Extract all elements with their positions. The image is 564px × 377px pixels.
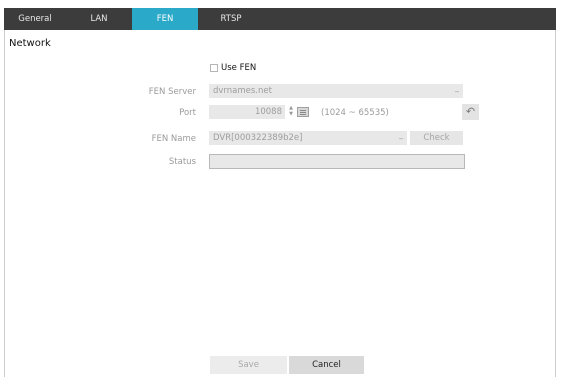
fen-name-label: FEN Name bbox=[151, 134, 196, 144]
keyboard-icon[interactable] bbox=[297, 107, 309, 117]
spin-down-icon[interactable]: ▼ bbox=[287, 111, 295, 117]
check-button[interactable]: Check bbox=[410, 131, 463, 145]
fen-server-input[interactable]: dvrnames.net bbox=[209, 81, 463, 98]
reset-button[interactable]: ↶ bbox=[462, 104, 479, 120]
status-label: Status bbox=[168, 157, 196, 167]
settings-panel bbox=[4, 30, 556, 377]
status-field bbox=[209, 154, 465, 169]
tab-fen[interactable]: FEN bbox=[132, 8, 198, 30]
port-label: Port bbox=[179, 108, 196, 118]
save-button[interactable]: Save bbox=[210, 356, 287, 374]
section-title: Network bbox=[9, 38, 51, 49]
use-fen-checkbox-row[interactable]: Use FEN bbox=[210, 62, 256, 74]
tab-lan[interactable]: LAN bbox=[66, 8, 132, 30]
reset-icon: ↶ bbox=[465, 105, 476, 118]
fen-name-input[interactable]: DVR[000322389b2e] bbox=[209, 128, 407, 145]
use-fen-checkbox[interactable] bbox=[210, 64, 218, 72]
port-input[interactable]: 10088 bbox=[209, 105, 285, 119]
cancel-button[interactable]: Cancel bbox=[289, 356, 364, 374]
port-range-hint: (1024 ~ 65535) bbox=[321, 108, 389, 118]
tab-rtsp[interactable]: RTSP bbox=[198, 8, 264, 30]
tab-bar: General LAN FEN RTSP bbox=[4, 8, 556, 30]
port-stepper[interactable]: ▲ ▼ bbox=[287, 105, 295, 119]
fen-server-label: FEN Server bbox=[148, 87, 196, 97]
use-fen-label: Use FEN bbox=[221, 63, 257, 73]
tab-general[interactable]: General bbox=[4, 8, 66, 30]
